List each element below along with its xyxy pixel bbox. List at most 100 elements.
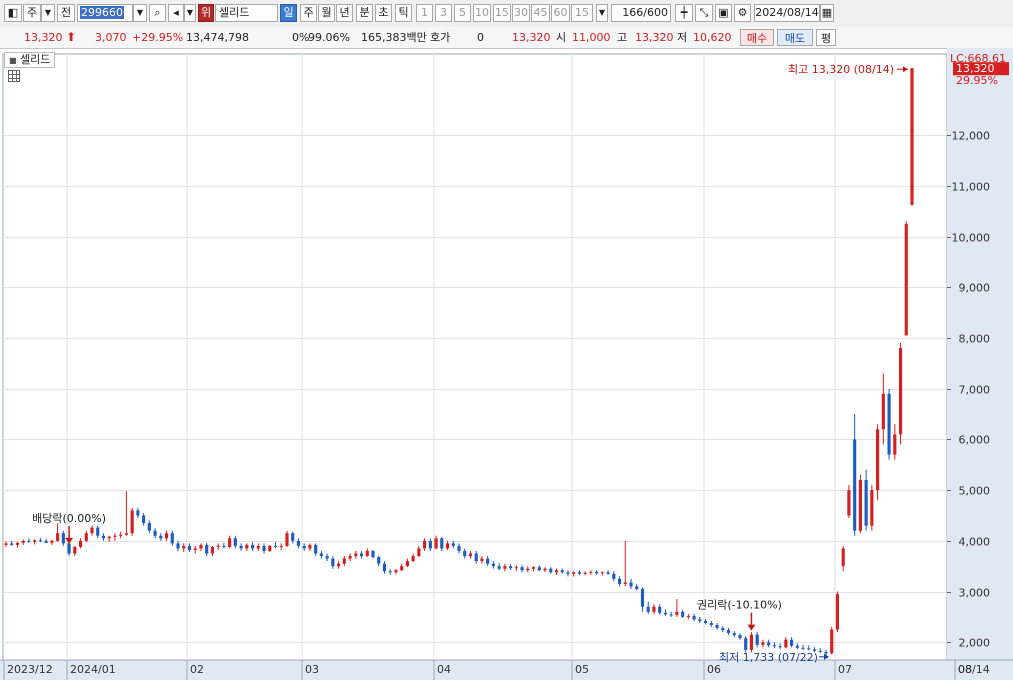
interval-dropdown-icon[interactable]: ▼: [596, 4, 608, 22]
legend-marker-icon: ■: [9, 56, 17, 65]
interval-button-0[interactable]: 1: [416, 4, 433, 22]
speaker-dropdown-icon[interactable]: ▼: [184, 4, 196, 22]
candle-body: [686, 615, 690, 617]
x-tick-label: 05: [575, 663, 589, 676]
y-tick-label: 2,000: [959, 637, 991, 650]
candle-body: [84, 533, 88, 541]
date-field[interactable]: 2024/08/14: [754, 4, 820, 22]
period-tab-4[interactable]: 분: [356, 4, 373, 22]
candle-body: [107, 536, 111, 539]
candle-body: [445, 543, 450, 549]
save-icon[interactable]: ▣: [715, 4, 732, 22]
candle-body: [761, 642, 765, 645]
code-value: 299660: [80, 6, 124, 19]
candle-body: [841, 548, 845, 567]
period-tab-3[interactable]: 년: [336, 4, 353, 22]
sell-button[interactable]: 매도: [777, 29, 813, 46]
period-tab-6[interactable]: 틱: [395, 4, 412, 22]
x-tick-label: 08/14: [958, 663, 990, 676]
candle-body: [302, 545, 306, 549]
candle-body: [245, 544, 249, 549]
period-tab-2[interactable]: 월: [318, 4, 335, 22]
candle-body: [417, 548, 421, 557]
volume: 13,474,798: [186, 31, 249, 44]
market-scope-button[interactable]: 전: [57, 4, 75, 22]
interval-button-4[interactable]: 15: [493, 4, 511, 22]
candle-body: [354, 553, 358, 557]
candle-body: [228, 538, 232, 547]
calendar-icon[interactable]: ▦: [820, 4, 834, 22]
speaker-icon[interactable]: ◂: [168, 4, 184, 22]
chart-legend[interactable]: ■ 셀리드: [4, 52, 56, 68]
y-tick-label: 4,000: [959, 536, 991, 549]
date-value: 2024/08/14: [755, 6, 819, 19]
draw-tool-icon[interactable]: ⤡: [695, 4, 713, 22]
candle-body: [205, 544, 209, 554]
y-tick-label: 6,000: [959, 434, 991, 447]
candle-body: [778, 646, 782, 648]
interval-button-3[interactable]: 10: [473, 4, 491, 22]
buy-button[interactable]: 매수: [740, 29, 774, 46]
candle-body: [830, 629, 834, 654]
avg-button[interactable]: 평: [816, 29, 836, 46]
chevron-down-icon[interactable]: ▼: [41, 4, 55, 22]
candle-body: [692, 615, 696, 620]
candle-body: [365, 550, 369, 557]
search-icon[interactable]: ⌕: [149, 4, 166, 22]
candle-body: [279, 545, 283, 547]
code-input[interactable]: 299660: [77, 4, 133, 22]
candle-icon[interactable]: ┿: [675, 4, 693, 22]
candle-body: [612, 573, 616, 579]
candle-body: [904, 223, 908, 336]
x-tick-label: 02: [190, 663, 204, 676]
gear-icon[interactable]: ⚙: [734, 4, 751, 22]
candle-body: [291, 533, 295, 541]
chart-area[interactable]: 2023/12 2024/01 02 03 04 05 06 07 08 08/14 2,000 3,…: [0, 48, 1013, 680]
interval-button-7[interactable]: 60: [551, 4, 570, 22]
volume-strength: 99.06%: [308, 31, 350, 44]
candle-body: [348, 556, 352, 559]
x-tick-label: 2023/12: [7, 663, 53, 676]
market-type-select[interactable]: 주: [23, 4, 41, 22]
period-tab-0[interactable]: 일: [280, 4, 297, 22]
candle-body: [187, 545, 192, 550]
grid-table-icon[interactable]: [8, 70, 20, 82]
candle-body: [159, 535, 163, 539]
candle-body: [78, 540, 83, 547]
candle-body: [640, 589, 645, 607]
candle-body: [285, 533, 289, 546]
candle-body: [411, 556, 415, 562]
candle-body: [881, 393, 885, 430]
candle-body: [520, 567, 524, 571]
bid-value: 0: [477, 31, 484, 44]
date-axis-background: [0, 660, 1013, 680]
candle-body: [15, 542, 20, 545]
candlestick-chart[interactable]: 2023/12 2024/01 02 03 04 05 06 07 0808/142,0003,…: [0, 48, 1013, 680]
y-tick-label: 9,000: [959, 282, 991, 295]
candle-body: [331, 558, 335, 567]
stock-name: 셀리드: [219, 6, 250, 19]
interval-button-2[interactable]: 5: [454, 4, 471, 22]
layout-icon[interactable]: ◧: [4, 4, 22, 22]
candle-body: [663, 612, 668, 615]
interval-button-6[interactable]: 45: [531, 4, 550, 22]
period-tab-5[interactable]: 초: [375, 4, 392, 22]
candle-body: [44, 540, 48, 543]
count-field[interactable]: 166/600: [611, 4, 671, 22]
candle-body: [629, 582, 633, 587]
stock-name-field[interactable]: 셀리드: [215, 4, 278, 22]
interval-button-1[interactable]: 3: [435, 4, 452, 22]
candle-body: [27, 540, 31, 542]
candle-body: [554, 570, 559, 573]
period-tab-1[interactable]: 주: [300, 4, 317, 22]
y-tick-label: 11,000: [952, 181, 991, 194]
candle-body: [537, 567, 541, 571]
interval-button-5[interactable]: 30: [512, 4, 530, 22]
candle-body: [898, 348, 903, 435]
code-dropdown-icon[interactable]: ▼: [133, 4, 147, 22]
candle-body: [210, 546, 215, 554]
candle-body: [440, 538, 444, 549]
candle-body: [142, 515, 146, 524]
interval-button-8[interactable]: 15: [571, 4, 593, 22]
candle-body: [222, 545, 226, 547]
